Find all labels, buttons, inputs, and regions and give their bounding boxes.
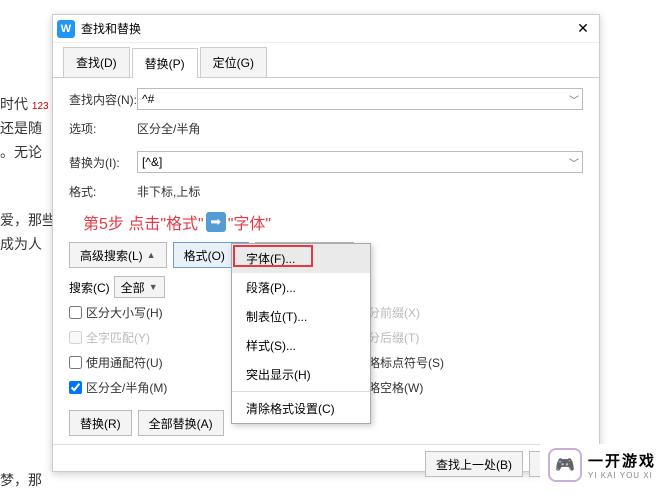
annotation-step5: 第5步 点击"格式" ➡ "字体" xyxy=(83,210,583,234)
bg-text: 梦，那 xyxy=(0,468,42,492)
format-value: 非下标,上标 xyxy=(137,183,200,200)
bg-text: 。无论 xyxy=(0,140,42,164)
menu-item-highlight[interactable]: 突出显示(H) xyxy=(232,360,370,389)
bg-text: 爱，那些 xyxy=(0,208,56,232)
logo-text-cn: 一开游戏 xyxy=(588,450,656,471)
menu-item-font[interactable]: 字体(F)... xyxy=(232,244,370,273)
dialog-footer: 查找上一处(B) 查找下 xyxy=(53,444,599,483)
replace-all-button[interactable]: 全部替换(A) xyxy=(138,410,224,436)
replace-input[interactable] xyxy=(137,151,583,173)
caret-down-icon: ▼ xyxy=(149,282,158,292)
titlebar: W 查找和替换 ✕ xyxy=(53,15,599,43)
tab-goto[interactable]: 定位(G) xyxy=(200,47,267,77)
bg-text: 还是随 xyxy=(0,116,42,140)
menu-item-style[interactable]: 样式(S)... xyxy=(232,331,370,360)
check-whole-word: 全字匹配(Y) xyxy=(69,329,219,346)
arrow-icon: ➡ xyxy=(206,212,226,232)
options-value: 区分全/半角 xyxy=(137,120,200,137)
check-wildcard[interactable]: 使用通配符(U) xyxy=(69,354,219,371)
bg-text: 成为人 xyxy=(0,232,42,256)
check-halfwidth[interactable]: 区分全/半角(M) xyxy=(69,379,219,396)
menu-item-tabs[interactable]: 制表位(T)... xyxy=(232,302,370,331)
bg-text: 时代 123 xyxy=(0,92,49,119)
caret-up-icon: ▲ xyxy=(147,250,156,260)
replace-label: 替换为(I): xyxy=(69,154,137,171)
search-label: 搜索(C) xyxy=(69,279,110,296)
tab-find[interactable]: 查找(D) xyxy=(63,47,130,77)
tab-replace[interactable]: 替换(P) xyxy=(132,48,198,78)
gamepad-icon: 🎮 xyxy=(548,448,582,482)
find-label: 查找内容(N): xyxy=(69,91,137,108)
logo-watermark: 🎮 一开游戏 YI KAI YOU XI xyxy=(540,444,664,486)
menu-item-paragraph[interactable]: 段落(P)... xyxy=(232,273,370,302)
logo-text-pinyin: YI KAI YOU XI xyxy=(588,471,656,480)
search-scope-select[interactable]: 全部▼ xyxy=(114,276,165,298)
replace-button[interactable]: 替换(R) xyxy=(69,410,132,436)
find-prev-button[interactable]: 查找上一处(B) xyxy=(425,451,523,477)
menu-separator xyxy=(232,391,370,392)
options-label: 选项: xyxy=(69,120,137,137)
tabs: 查找(D) 替换(P) 定位(G) xyxy=(53,43,599,78)
check-case[interactable]: 区分大小写(H) xyxy=(69,304,219,321)
find-input[interactable] xyxy=(137,88,583,110)
dialog-title: 查找和替换 xyxy=(81,20,571,37)
advanced-search-button[interactable]: 高级搜索(L)▲ xyxy=(69,242,167,268)
format-label: 格式: xyxy=(69,183,137,200)
app-icon: W xyxy=(57,20,75,38)
close-button[interactable]: ✕ xyxy=(571,17,595,41)
format-dropdown-menu: 字体(F)... 段落(P)... 制表位(T)... 样式(S)... 突出显… xyxy=(231,243,371,424)
menu-item-clear-format[interactable]: 清除格式设置(C) xyxy=(232,394,370,423)
